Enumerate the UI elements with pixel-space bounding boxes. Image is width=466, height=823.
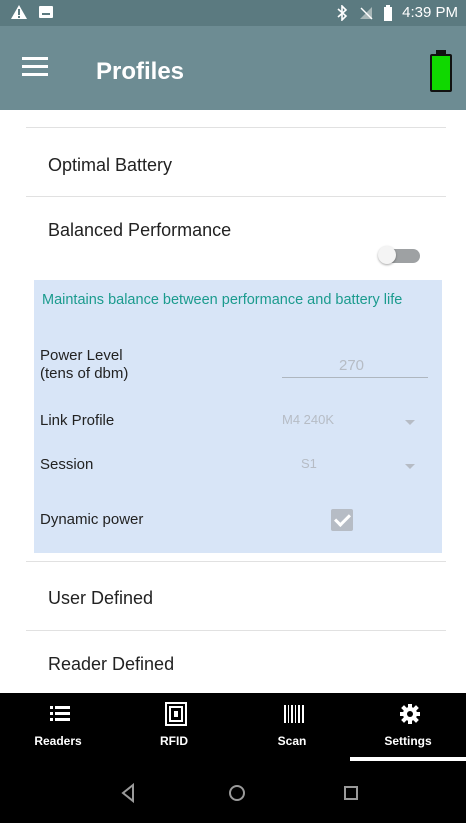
bottom-tab-bar: Readers RFID Scan Settings (0, 693, 466, 763)
list-icon (50, 706, 70, 721)
battery-small-icon (384, 4, 393, 21)
status-left-icons (10, 4, 54, 20)
profile-description: Maintains balance between performance an… (42, 292, 403, 308)
gear-icon (400, 704, 420, 724)
back-icon[interactable] (111, 778, 145, 808)
bluetooth-icon (337, 4, 348, 21)
tab-readers-label: Readers (34, 734, 82, 748)
chevron-down-icon[interactable] (405, 464, 415, 469)
tab-settings[interactable]: Settings (350, 693, 466, 763)
tab-readers[interactable]: Readers (0, 693, 116, 763)
power-level-underline (282, 377, 428, 378)
status-time: 4:39 PM (402, 4, 458, 21)
notification-icon (39, 6, 53, 18)
balanced-performance-details: Maintains balance between performance an… (34, 280, 442, 553)
profiles-list: Optimal Battery Balanced Performance Mai… (0, 110, 466, 693)
link-profile-label: Link Profile (40, 412, 115, 429)
profile-user-defined[interactable]: User Defined (48, 588, 153, 609)
tab-rfid-label: RFID (160, 734, 188, 748)
rfid-icon (165, 702, 187, 726)
dynamic-power-checkbox[interactable] (331, 509, 353, 531)
profile-optimal-battery[interactable]: Optimal Battery (48, 155, 172, 176)
profile-balanced-performance[interactable]: Balanced Performance (48, 220, 231, 241)
app-bar: Profiles (0, 26, 466, 110)
tab-scan[interactable]: Scan (234, 693, 350, 763)
home-icon[interactable] (220, 778, 254, 808)
toggle-thumb (378, 246, 396, 264)
barcode-icon (284, 705, 304, 723)
power-level-value[interactable]: 270 (339, 357, 364, 374)
profile-reader-defined[interactable]: Reader Defined (48, 654, 174, 675)
tab-rfid[interactable]: RFID (116, 693, 232, 763)
power-level-label: Power Level (tens of dbm) (40, 347, 129, 382)
chevron-down-icon[interactable] (405, 420, 415, 425)
dynamic-power-label: Dynamic power (40, 511, 144, 528)
no-signal-icon (360, 6, 373, 19)
battery-full-icon (430, 50, 452, 92)
page-title: Profiles (96, 58, 185, 85)
status-bar: 4:39 PM (0, 0, 466, 26)
status-right-icons: 4:39 PM (336, 4, 458, 21)
tab-scan-label: Scan (277, 734, 307, 748)
divider (26, 630, 446, 631)
session-label: Session (40, 456, 94, 473)
link-profile-value[interactable]: M4 240K (282, 412, 334, 427)
balanced-performance-toggle[interactable] (378, 246, 422, 264)
session-value[interactable]: S1 (301, 456, 317, 471)
system-navigation-bar (0, 763, 466, 823)
menu-icon[interactable] (22, 57, 48, 77)
selected-tab-indicator (350, 757, 466, 761)
warning-icon (11, 5, 27, 19)
recents-icon[interactable] (334, 778, 368, 808)
divider (26, 127, 446, 128)
divider (26, 196, 446, 197)
divider (26, 561, 446, 562)
tab-settings-label: Settings (384, 734, 432, 748)
